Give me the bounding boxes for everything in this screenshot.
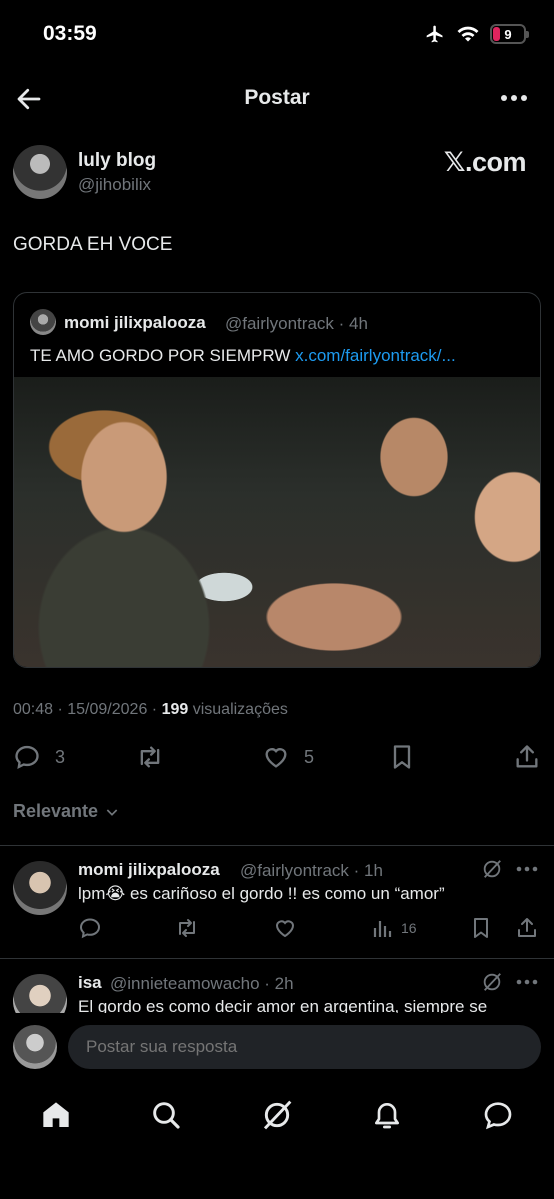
airplane-icon xyxy=(426,25,443,43)
like-icon xyxy=(265,748,287,768)
nav-grok[interactable] xyxy=(261,1099,293,1131)
reply-views-button[interactable]: 16 xyxy=(371,916,417,940)
bookmark-icon xyxy=(474,918,488,938)
messages-icon xyxy=(484,1102,512,1130)
reply-author-name[interactable]: momi jilixpalooza xyxy=(78,860,220,880)
quoted-text: TE AMO GORDO POR SIEMPRW x.com/fairlyont… xyxy=(30,346,456,366)
reply-reply-button[interactable] xyxy=(78,916,102,940)
nav-search[interactable] xyxy=(150,1099,182,1131)
quoted-text-body: TE AMO GORDO POR SIEMPRW xyxy=(30,346,296,365)
quoted-photo[interactable] xyxy=(14,377,540,667)
nav-notifications[interactable] xyxy=(371,1099,403,1131)
grok-icon[interactable] xyxy=(481,858,503,880)
author-name[interactable]: luly blog xyxy=(78,150,156,172)
search-icon xyxy=(153,1102,180,1129)
quoted-link[interactable]: x.com/fairlyontrack/... xyxy=(295,346,456,365)
reply-text: El gordo es como decir amor en argentina… xyxy=(78,997,488,1013)
share-icon xyxy=(516,745,538,768)
reply-author-name[interactable]: isa xyxy=(78,973,102,993)
status-icons: 9 xyxy=(424,24,529,44)
like-icon xyxy=(275,920,295,938)
post-meta: 00:48 · 15/09/2026 · 199 visualizações xyxy=(13,701,288,719)
status-time: 03:59 xyxy=(43,22,97,45)
reply-item[interactable]: isa @innieteamowacho · 2h El gordo es co… xyxy=(0,959,554,1013)
reply-count: 3 xyxy=(55,746,66,767)
like-count: 5 xyxy=(304,746,315,767)
reply-text: lpm😭 es cariñoso el gordo !! es como un … xyxy=(78,884,445,903)
reply-bookmark-button[interactable] xyxy=(469,916,493,940)
sort-label: Relevante xyxy=(13,801,99,821)
views-icon xyxy=(373,921,392,937)
reply-like-button[interactable] xyxy=(273,916,297,940)
sort-dropdown[interactable]: Relevante xyxy=(13,801,120,822)
reply-views-count: 16 xyxy=(401,920,417,936)
battery-icon: 9 xyxy=(490,24,529,44)
notifications-icon xyxy=(375,1103,399,1129)
author-handle[interactable]: @jihobilix xyxy=(78,175,151,195)
home-icon xyxy=(43,1102,69,1127)
more-icon[interactable] xyxy=(516,866,538,872)
reply-avatar[interactable] xyxy=(13,861,67,915)
grok-icon[interactable] xyxy=(481,971,503,993)
repost-button[interactable] xyxy=(136,743,164,771)
post-text: GORDA EH VOCE xyxy=(13,234,173,255)
reply-icon xyxy=(15,745,39,769)
reply-button[interactable]: 3 xyxy=(13,743,65,771)
grok-icon xyxy=(263,1100,292,1130)
quoted-author-name: momi jilixpalooza xyxy=(64,313,206,332)
reply-share-button[interactable] xyxy=(515,916,539,940)
more-options-button[interactable] xyxy=(500,88,528,108)
retweet-icon xyxy=(140,746,160,768)
page-title: Postar xyxy=(244,86,310,109)
author-avatar[interactable] xyxy=(13,145,67,199)
battery-level: 9 xyxy=(504,26,512,42)
bookmark-icon xyxy=(393,745,411,769)
share-icon xyxy=(518,918,536,937)
retweet-icon xyxy=(179,919,195,937)
reply-icon xyxy=(79,918,101,939)
nav-messages[interactable] xyxy=(482,1099,514,1131)
more-icon[interactable] xyxy=(516,979,538,985)
more-icon xyxy=(501,95,527,101)
chevron-down-icon xyxy=(106,808,118,816)
share-button[interactable] xyxy=(513,743,541,771)
reply-repost-button[interactable] xyxy=(175,916,199,940)
quoted-avatar[interactable] xyxy=(30,309,56,335)
views-count: 199 xyxy=(161,701,189,718)
reply-item[interactable]: momi jilixpalooza @fairlyontrack · 1h lp… xyxy=(0,846,554,958)
quoted-post[interactable]: momi jilixpalooza @fairlyontrack · 4h TE… xyxy=(13,292,541,668)
composer-avatar xyxy=(13,1025,57,1069)
reply-avatar[interactable] xyxy=(13,974,67,1013)
reply-author-handle: @innieteamowacho · 2h xyxy=(110,974,294,993)
x-logo: 𝕏.com xyxy=(443,147,527,177)
quoted-author-handle: @fairlyontrack · 4h xyxy=(225,314,368,333)
like-button[interactable]: 5 xyxy=(262,743,314,771)
post-timestamp: 00:48 · 15/09/2026 · xyxy=(13,701,162,718)
bookmark-button[interactable] xyxy=(388,743,416,771)
reply-author-handle: @fairlyontrack · 1h xyxy=(240,861,383,880)
views-label: visualizações xyxy=(188,701,288,718)
nav-home[interactable] xyxy=(40,1099,72,1131)
reply-input[interactable] xyxy=(68,1025,541,1069)
wifi-icon xyxy=(457,26,479,42)
